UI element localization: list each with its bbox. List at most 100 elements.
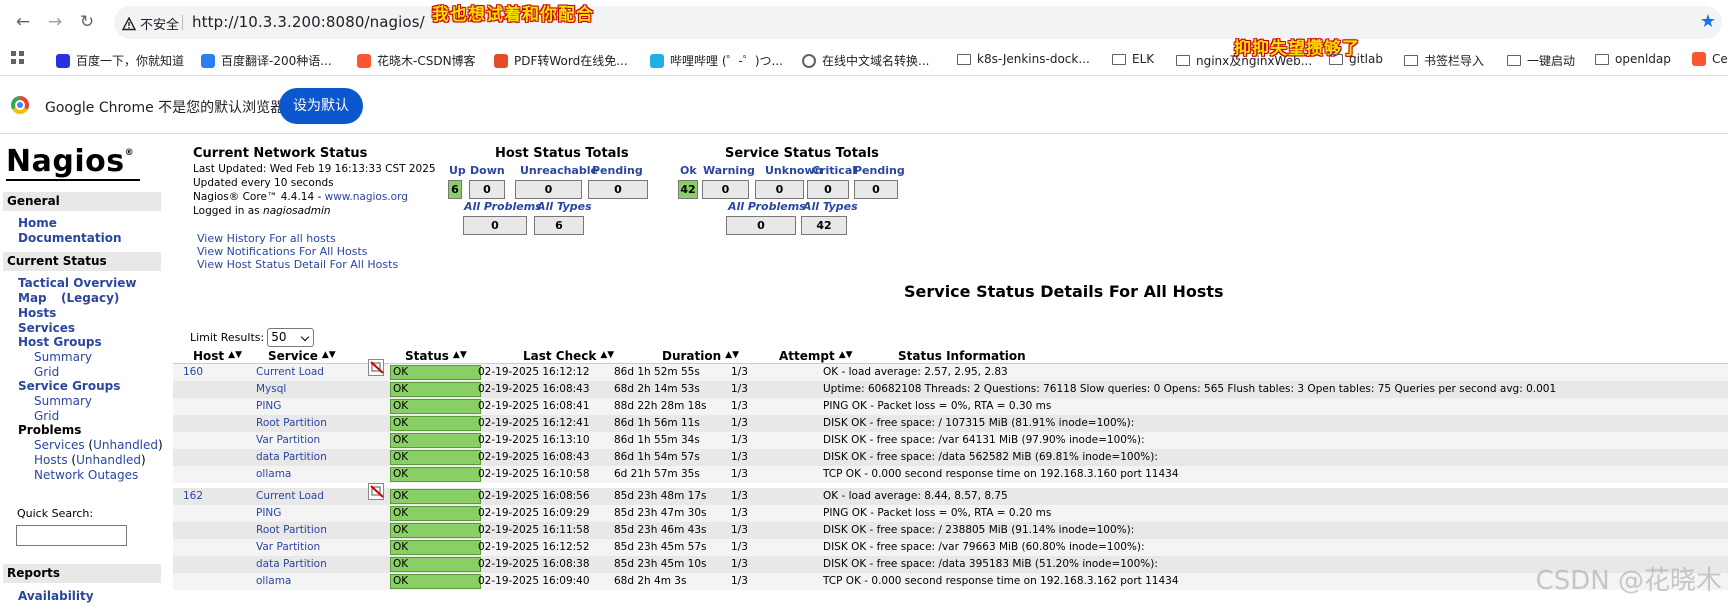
host_totals-subvalue[interactable]: 0 — [463, 216, 527, 235]
host-link[interactable]: 160 — [183, 364, 203, 381]
nav-hg-grid[interactable]: Grid — [34, 365, 59, 379]
bookmark-item[interactable]: 花晓木-CSDN博客 — [357, 52, 476, 69]
back-icon[interactable]: ← — [12, 11, 34, 33]
host_totals-subvalue[interactable]: 6 — [534, 216, 584, 235]
sort-arrows-icon[interactable]: ▲▼ — [453, 351, 467, 360]
service_totals-header[interactable]: Ok — [680, 164, 697, 177]
nav-network-outages[interactable]: Network Outages — [34, 468, 138, 482]
nav-home[interactable]: Home — [18, 216, 57, 230]
bookmark-item[interactable]: k8s-Jenkins-dock... — [957, 52, 1090, 66]
service-link[interactable]: Var Partition — [256, 432, 320, 449]
host_totals-value[interactable]: 6 — [448, 180, 462, 199]
service_totals-header[interactable]: Critical — [812, 164, 856, 177]
service_totals-subvalue[interactable]: 42 — [801, 216, 847, 235]
notifications-disabled-icon[interactable] — [368, 483, 384, 500]
host_totals-header[interactable]: Up — [449, 164, 466, 177]
apps-icon[interactable] — [10, 50, 26, 66]
service_totals-value[interactable]: 0 — [755, 180, 804, 199]
bookmark-item[interactable]: PDF转Word在线免... — [494, 52, 628, 69]
host_totals-subheader[interactable]: All Types — [537, 200, 592, 213]
bookmark-item[interactable]: 书签栏导入 — [1404, 52, 1484, 69]
host_totals-value[interactable]: 0 — [469, 180, 505, 199]
bookmark-item[interactable]: Ce — [1692, 52, 1728, 66]
service-link[interactable]: ollama — [256, 573, 291, 590]
nav-host-groups[interactable]: Host Groups — [18, 335, 102, 349]
nagios-org-link[interactable]: www.nagios.org — [325, 191, 408, 203]
host_totals-value[interactable]: 0 — [515, 180, 582, 199]
nav-sg-grid[interactable]: Grid — [34, 409, 59, 423]
bookmark-star-icon[interactable]: ★ — [1700, 11, 1716, 32]
address-bar[interactable]: 不安全 http://10.3.3.200:8080/nagios/ ★ — [114, 6, 1722, 39]
nav-availability[interactable]: Availability — [18, 589, 94, 603]
set-default-button[interactable]: 设为默认 — [279, 88, 363, 124]
bookmark-item[interactable]: 哔哩哔哩 (゜-゜)つ... — [650, 52, 783, 69]
bookmark-item[interactable]: 一键启动 — [1507, 52, 1575, 69]
limit-select[interactable]: 50 — [267, 328, 315, 347]
service_totals-value[interactable]: 42 — [678, 180, 698, 199]
service_totals-header[interactable]: Warning — [703, 164, 755, 177]
bookmark-item[interactable]: 百度一下，你就知道 — [56, 52, 184, 69]
view-host-status-link[interactable]: View Host Status Detail For All Hosts — [197, 258, 398, 271]
service-link[interactable]: PING — [256, 398, 281, 415]
service-link[interactable]: data Partition — [256, 556, 327, 573]
nav-map[interactable]: Map — [18, 291, 47, 305]
view-history-link[interactable]: View History For all hosts — [197, 232, 336, 245]
reload-icon[interactable]: ↻ — [76, 11, 98, 33]
service_totals-subheader[interactable]: All Problems — [728, 200, 806, 213]
host-link[interactable]: 162 — [183, 488, 203, 505]
nav-problem-hosts-unhandled[interactable]: Unhandled — [76, 453, 141, 467]
bookmark-item[interactable]: 百度翻译-200种语... — [201, 52, 332, 69]
nav-documentation[interactable]: Documentation — [18, 231, 122, 245]
nav-hosts[interactable]: Hosts — [18, 306, 56, 320]
service_totals-value[interactable]: 0 — [854, 180, 898, 199]
nav-service-groups[interactable]: Service Groups — [18, 379, 120, 393]
table-row: Root Partition OK 02-19-2025 16:11:58 85d 2… — [173, 522, 1728, 539]
bookmark-item[interactable]: 在线中文域名转换... — [802, 52, 929, 69]
nav-services[interactable]: Services — [18, 321, 75, 335]
nav-sg-summary[interactable]: Summary — [34, 394, 92, 408]
nav-map-legacy[interactable]: (Legacy) — [61, 291, 119, 305]
view-notifications-link[interactable]: View Notifications For All Hosts — [197, 245, 368, 258]
service-link[interactable]: PING — [256, 505, 281, 522]
sort-arrows-icon[interactable]: ▲▼ — [725, 351, 739, 360]
service_totals-subheader[interactable]: All Types — [803, 200, 858, 213]
service_totals-value[interactable]: 0 — [702, 180, 749, 199]
service-link[interactable]: ollama — [256, 466, 291, 483]
nav-problem-services[interactable]: Services — [34, 438, 85, 452]
quick-search-input[interactable] — [16, 525, 127, 546]
bookmark-item[interactable]: ELK — [1112, 52, 1154, 66]
service-link[interactable]: Current Load — [256, 488, 324, 505]
nav-tactical-overview[interactable]: Tactical Overview — [18, 276, 136, 290]
sort-arrows-icon[interactable]: ▲▼ — [228, 351, 242, 360]
host_totals-value[interactable]: 0 — [588, 180, 648, 199]
host_totals-subheader[interactable]: All Problems — [464, 200, 542, 213]
service_totals-header[interactable]: Pending — [854, 164, 905, 177]
service_totals-subvalue[interactable]: 0 — [726, 216, 796, 235]
service-link[interactable]: Var Partition — [256, 539, 320, 556]
service-link[interactable]: data Partition — [256, 449, 327, 466]
service-link[interactable]: Root Partition — [256, 522, 327, 539]
security-chip[interactable]: 不安全 — [122, 14, 179, 33]
service-link[interactable]: Mysql — [256, 381, 286, 398]
service-link[interactable]: Root Partition — [256, 415, 327, 432]
nav-hg-summary[interactable]: Summary — [34, 350, 92, 364]
notifications-disabled-icon[interactable] — [368, 359, 384, 376]
bookmark-item[interactable]: openldap — [1595, 52, 1671, 66]
service-link[interactable]: Current Load — [256, 364, 324, 381]
bookmark-item[interactable]: nginx及nginxWeb... — [1176, 52, 1312, 69]
url-text[interactable]: http://10.3.3.200:8080/nagios/ — [192, 13, 425, 31]
bookmark-item[interactable]: gitlab — [1329, 52, 1383, 66]
sort-arrows-icon[interactable]: ▲▼ — [322, 351, 336, 360]
sort-arrows-icon[interactable]: ▲▼ — [839, 351, 853, 360]
nav-problem-hosts[interactable]: Hosts — [34, 453, 68, 467]
host_totals-header[interactable]: Unreachable — [520, 164, 598, 177]
sort-arrows-icon[interactable]: ▲▼ — [600, 351, 614, 360]
service_totals-value[interactable]: 0 — [807, 180, 849, 199]
forward-icon[interactable]: → — [44, 11, 66, 33]
status-badge: OK — [390, 506, 481, 521]
host_totals-header[interactable]: Pending — [592, 164, 643, 177]
nagios-logo[interactable]: Nagios® — [6, 144, 134, 179]
status-information: DISK OK - free space: /var 64131 MiB (97… — [823, 434, 1145, 446]
nav-problem-services-unhandled[interactable]: Unhandled — [93, 438, 158, 452]
host_totals-header[interactable]: Down — [470, 164, 505, 177]
